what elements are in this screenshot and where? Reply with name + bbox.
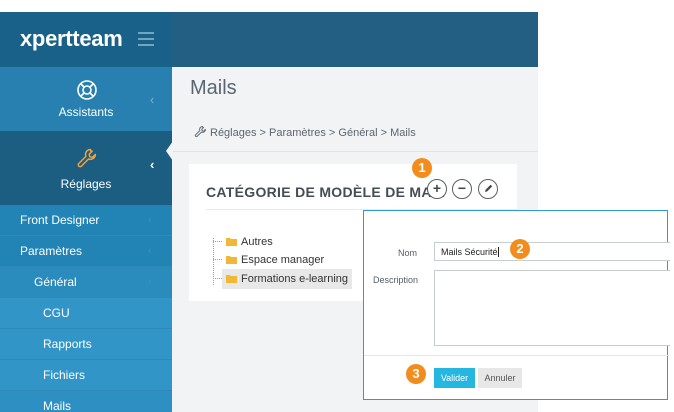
folder-icon bbox=[226, 275, 237, 283]
plus-icon: + bbox=[432, 180, 442, 196]
sidebar-item-label: Fichiers bbox=[43, 368, 86, 382]
annuler-button[interactable]: Annuler bbox=[478, 368, 522, 388]
nom-value: Mails Sécurité bbox=[441, 247, 498, 257]
text-caret bbox=[497, 247, 499, 257]
nom-input[interactable]: Mails Sécurité bbox=[434, 242, 670, 261]
sidebar: xpertteam Assistants ‹ Réglages ‹ Front bbox=[0, 12, 172, 412]
sidebar-item-label: Mails bbox=[43, 399, 72, 412]
sidebar-item-general[interactable]: Général ‹ bbox=[0, 267, 172, 298]
tree-node-label[interactable]: Autres bbox=[222, 232, 277, 252]
pencil-icon bbox=[484, 184, 492, 192]
sidebar-item-fichiers[interactable]: Fichiers bbox=[0, 360, 172, 391]
tree-label: Autres bbox=[241, 236, 273, 248]
hamburger-icon[interactable] bbox=[138, 32, 154, 46]
sidebar-item-label: Rapports bbox=[43, 337, 92, 351]
folder-icon bbox=[226, 256, 237, 264]
sidebar-item-parametres[interactable]: Paramètres ‹ bbox=[0, 236, 172, 267]
tree-branch bbox=[213, 259, 222, 260]
sidebar-item-label: Paramètres bbox=[20, 244, 83, 258]
tree-node-label[interactable]: Espace manager bbox=[222, 250, 328, 270]
chevron-left-icon: ‹ bbox=[150, 92, 155, 107]
step-badge-3: 3 bbox=[406, 364, 426, 384]
valider-button[interactable]: Valider bbox=[434, 368, 475, 388]
tree-label: Formations e-learning bbox=[241, 273, 348, 285]
brand-logo: xpertteam bbox=[20, 26, 123, 51]
sidebar-item-cgu[interactable]: CGU bbox=[0, 298, 172, 329]
breadcrumb-text[interactable]: Réglages > Paramètres > Général > Mails bbox=[210, 127, 416, 139]
divider bbox=[364, 355, 669, 356]
wrench-icon bbox=[194, 125, 206, 138]
tree-branch bbox=[213, 241, 222, 242]
sidebar-item-label: Général bbox=[34, 275, 77, 289]
folder-icon bbox=[226, 238, 237, 246]
breadcrumb: Réglages > Paramètres > Général > Mails bbox=[194, 125, 416, 139]
sidebar-item-reglages[interactable]: Réglages ‹ bbox=[0, 131, 172, 205]
step-badge-1: 1 bbox=[412, 158, 432, 178]
chevron-down-icon: ‹ bbox=[148, 245, 152, 257]
sidebar-item-front-designer[interactable]: Front Designer ‹ bbox=[0, 205, 172, 236]
app-screen: xpertteam Assistants ‹ Réglages ‹ Front bbox=[0, 0, 674, 412]
brand-bar: xpertteam bbox=[0, 12, 172, 67]
sidebar-item-label: CGU bbox=[43, 306, 70, 320]
sidebar-item-label: Front Designer bbox=[20, 213, 100, 227]
tree-node-label-selected[interactable]: Formations e-learning bbox=[222, 269, 352, 289]
chevron-down-icon: ‹ bbox=[148, 276, 152, 288]
add-category-button[interactable]: + bbox=[427, 179, 447, 199]
divider bbox=[172, 151, 538, 152]
sidebar-item-label: Réglages bbox=[60, 177, 112, 191]
minus-icon: − bbox=[457, 180, 467, 196]
panel-title: CATÉGORIE DE MODÈLE DE MAIL bbox=[206, 184, 445, 200]
tree-branch bbox=[213, 278, 222, 279]
description-label: Description bbox=[373, 275, 419, 285]
description-textarea[interactable] bbox=[434, 270, 670, 346]
step-badge-2: 2 bbox=[510, 239, 530, 259]
top-bar bbox=[172, 12, 538, 67]
sidebar-item-mails[interactable]: Mails bbox=[0, 391, 172, 412]
sidebar-item-assistants[interactable]: Assistants ‹ bbox=[0, 67, 172, 131]
lifebuoy-icon bbox=[77, 80, 97, 100]
edit-category-button[interactable] bbox=[478, 179, 498, 199]
sidebar-item-label: Assistants bbox=[58, 105, 114, 119]
chevron-left-icon: ‹ bbox=[148, 214, 152, 226]
wrench-icon bbox=[77, 148, 97, 168]
remove-category-button[interactable]: − bbox=[452, 179, 472, 199]
page-title: Mails bbox=[190, 77, 237, 99]
active-indicator bbox=[166, 141, 173, 161]
chevron-left-icon: ‹ bbox=[150, 157, 155, 172]
sidebar-item-rapports[interactable]: Rapports bbox=[0, 329, 172, 360]
nom-label: Nom bbox=[398, 248, 418, 258]
tree-label: Espace manager bbox=[241, 254, 325, 266]
